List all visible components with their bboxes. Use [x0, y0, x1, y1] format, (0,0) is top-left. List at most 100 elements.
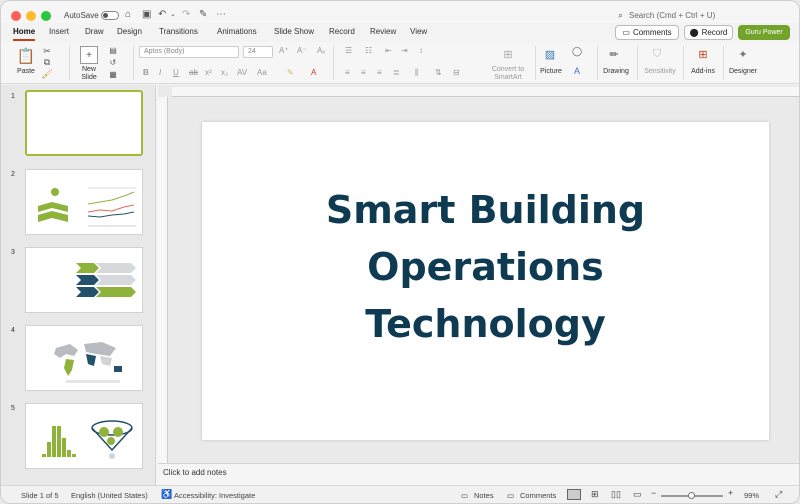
- zoom-slider-handle[interactable]: [688, 492, 695, 499]
- thumb-5-art: [42, 420, 133, 459]
- addins-label: Add-ins: [691, 68, 715, 75]
- layout-icon[interactable]: ▤: [107, 46, 119, 55]
- underline-icon[interactable]: U: [173, 68, 179, 77]
- reset-icon[interactable]: ↺: [107, 58, 119, 67]
- tab-transitions[interactable]: Transitions: [159, 27, 198, 36]
- highlight-icon[interactable]: ✎: [287, 68, 294, 77]
- tab-record[interactable]: Record: [329, 27, 355, 36]
- slide-show-icon[interactable]: ▭: [633, 489, 642, 500]
- zoom-level[interactable]: 99%: [744, 491, 759, 500]
- format-painter-ribbon-icon[interactable]: 🖌: [41, 69, 53, 79]
- bold-icon[interactable]: B: [143, 68, 149, 77]
- text-box-icon[interactable]: A: [571, 66, 583, 76]
- font-size-select[interactable]: 24: [243, 46, 273, 58]
- current-slide[interactable]: Smart Building Operations Technology: [202, 122, 769, 440]
- tab-review[interactable]: Review: [370, 27, 396, 36]
- separator: [597, 46, 598, 80]
- zoom-out-icon[interactable]: −: [651, 488, 656, 498]
- increase-indent-icon[interactable]: ⇥: [401, 46, 408, 55]
- align-text-icon[interactable]: ⊟: [453, 68, 460, 77]
- format-painter-icon[interactable]: ✎: [199, 9, 207, 21]
- zoom-in-icon[interactable]: +: [728, 488, 733, 498]
- picture-icon[interactable]: ▨: [541, 46, 559, 62]
- slide-thumbnail-3[interactable]: [25, 247, 143, 313]
- tab-design[interactable]: Design: [117, 27, 142, 36]
- tab-home[interactable]: Home: [13, 27, 36, 41]
- redo-icon[interactable]: ↷: [182, 9, 190, 21]
- increase-font-icon[interactable]: A⁺: [279, 46, 289, 55]
- slide-title[interactable]: Smart Building Operations Technology: [202, 182, 769, 353]
- close-window-button[interactable]: [11, 11, 21, 21]
- reading-view-icon[interactable]: ▯▯: [611, 489, 621, 500]
- smartart-icon[interactable]: ⊞: [499, 46, 517, 62]
- italic-icon[interactable]: I: [159, 68, 161, 77]
- record-button-label: Record: [701, 28, 728, 37]
- minimize-window-button[interactable]: [26, 11, 36, 21]
- align-right-icon[interactable]: ≡: [377, 68, 382, 77]
- normal-view-icon[interactable]: [567, 489, 581, 500]
- title-bar: AutoSave ⌂ ▣ ↶ ⌄ ↷ ✎ ⋯ ⌕ Search (Cmd + C…: [1, 1, 799, 23]
- line-spacing-icon[interactable]: ↕: [419, 46, 423, 55]
- notes-pane[interactable]: Click to add notes: [158, 463, 799, 485]
- slide-thumbnail-1[interactable]: [25, 90, 143, 156]
- more-icon[interactable]: ⋯: [216, 9, 226, 21]
- font-color-icon[interactable]: A: [311, 68, 316, 77]
- undo-dropdown-icon[interactable]: ⌄: [170, 9, 176, 21]
- subscript-icon[interactable]: x₂: [221, 68, 228, 77]
- sensitivity-icon[interactable]: ⛉: [649, 46, 665, 62]
- addins-icon[interactable]: ⊞: [695, 46, 711, 62]
- separator: [535, 46, 536, 80]
- record-button[interactable]: ⬤ Record: [684, 25, 733, 40]
- slide-thumbnail-4[interactable]: [25, 325, 143, 391]
- ribbon-tabs: Home Insert Draw Design Transitions Anim…: [1, 24, 799, 41]
- change-case-icon[interactable]: Aa: [257, 68, 267, 77]
- font-name-select[interactable]: Aptos (Body): [139, 46, 239, 58]
- numbering-icon[interactable]: ☷: [365, 46, 372, 55]
- align-left-icon[interactable]: ≡: [345, 68, 350, 77]
- language[interactable]: English (United States): [71, 491, 148, 500]
- accessibility-status[interactable]: Accessibility: Investigate: [174, 491, 255, 500]
- comments-button[interactable]: ▭ Comments: [615, 25, 679, 40]
- thumb-number: 2: [11, 171, 15, 178]
- tab-draw[interactable]: Draw: [85, 27, 104, 36]
- tab-insert[interactable]: Insert: [49, 27, 69, 36]
- search-icon: ⌕: [618, 10, 624, 20]
- slide-thumbnail-5[interactable]: [25, 403, 143, 469]
- notes-button[interactable]: Notes: [474, 491, 494, 500]
- save-icon[interactable]: ▣: [142, 9, 151, 21]
- drawing-icon[interactable]: ✏: [605, 46, 623, 62]
- comments-status-button[interactable]: Comments: [520, 491, 556, 500]
- search-input[interactable]: Search (Cmd + Ctrl + U): [629, 11, 715, 20]
- columns-icon[interactable]: ⫼: [415, 68, 419, 78]
- designer-icon[interactable]: ✦: [735, 46, 751, 62]
- guru-power-button[interactable]: Guru Power: [738, 25, 790, 40]
- strikethrough-icon[interactable]: ab: [189, 68, 198, 77]
- copy-icon[interactable]: ⧉: [41, 57, 53, 67]
- shapes-icon[interactable]: ◯: [571, 46, 583, 56]
- zoom-window-button[interactable]: [41, 11, 51, 21]
- clear-format-icon[interactable]: Aₓ: [317, 46, 325, 55]
- new-slide-icon[interactable]: +: [80, 46, 98, 64]
- slide-sorter-icon[interactable]: ⊞: [591, 489, 599, 500]
- slide-thumbnail-2[interactable]: [25, 169, 143, 235]
- align-center-icon[interactable]: ≡: [361, 68, 366, 77]
- character-spacing-icon[interactable]: AV: [237, 68, 247, 77]
- fit-slide-icon[interactable]: ⤢: [775, 489, 782, 500]
- justify-icon[interactable]: ≣: [393, 68, 400, 77]
- undo-icon[interactable]: ↶: [158, 9, 166, 21]
- autosave-toggle[interactable]: [101, 11, 119, 20]
- superscript-icon[interactable]: x²: [205, 68, 212, 77]
- cut-icon[interactable]: ✂: [41, 46, 53, 56]
- section-icon[interactable]: ▦: [107, 70, 119, 79]
- paste-icon[interactable]: 📋: [15, 46, 37, 66]
- notes-icon: ▭: [461, 491, 469, 500]
- tab-slide-show[interactable]: Slide Show: [274, 27, 314, 36]
- tab-view[interactable]: View: [410, 27, 427, 36]
- decrease-font-icon[interactable]: A⁻: [297, 46, 307, 55]
- tab-animations[interactable]: Animations: [217, 27, 257, 36]
- home-icon[interactable]: ⌂: [125, 9, 131, 21]
- bullets-icon[interactable]: ☰: [345, 46, 352, 55]
- decrease-indent-icon[interactable]: ⇤: [385, 46, 392, 55]
- text-direction-icon[interactable]: ⇅: [435, 68, 442, 77]
- comments-status-icon: ▭: [507, 491, 515, 500]
